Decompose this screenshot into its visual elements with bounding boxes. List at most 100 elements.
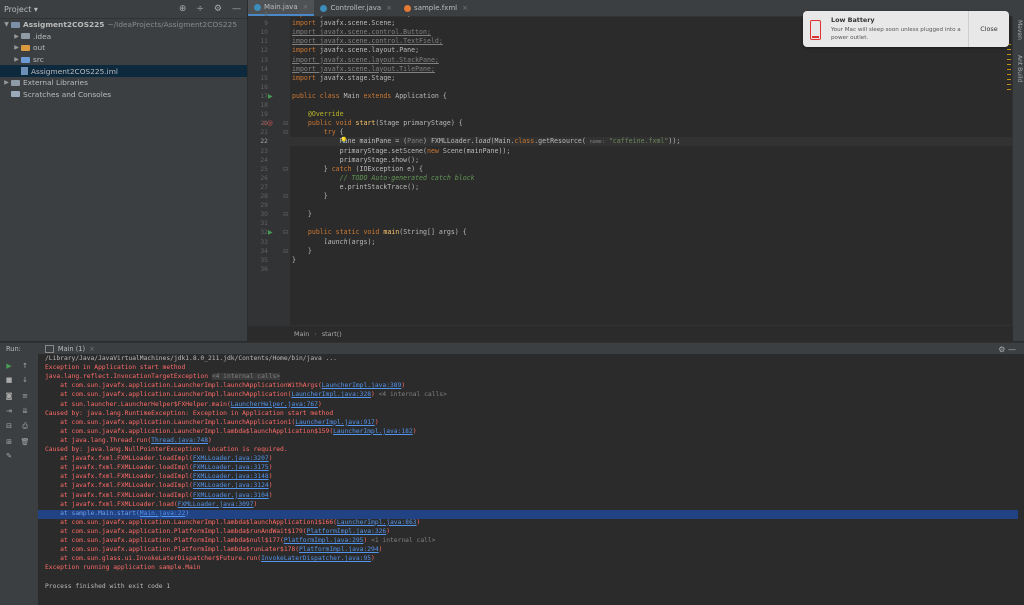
- code-line[interactable]: import javafx.scene.control.TextField;: [292, 37, 443, 45]
- console-line[interactable]: java.lang.reflect.InvocationTargetExcept…: [45, 373, 281, 381]
- tree-item[interactable]: Assigment2COS225.iml: [0, 65, 247, 77]
- console-line[interactable]: at java.lang.Thread.run(Thread.java:748): [45, 437, 212, 444]
- console-line[interactable]: Exception running application sample.Mai…: [45, 564, 200, 571]
- tree-item[interactable]: Scratches and Consoles: [0, 89, 247, 101]
- soft-wrap-icon[interactable]: ≡: [20, 392, 30, 400]
- console-output[interactable]: /Library/Java/JavaVirtualMachines/jdk1.8…: [38, 354, 1024, 605]
- chevron-right-icon[interactable]: ▶: [2, 79, 11, 86]
- console-line[interactable]: at javafx.fxml.FXMLLoader.loadImpl(FXMLL…: [45, 473, 272, 480]
- close-tab-icon[interactable]: ×: [462, 4, 468, 12]
- code-line[interactable]: import javafx.scene.control.Button;: [292, 28, 431, 36]
- code-line[interactable]: } catch (IOException e) {: [292, 165, 423, 173]
- close-tab-icon[interactable]: ×: [89, 345, 95, 353]
- code-line[interactable]: import javafx.scene.layout.StackPane;: [292, 56, 439, 64]
- gear-icon[interactable]: ⚙: [214, 4, 222, 14]
- stop-icon[interactable]: ■: [4, 376, 14, 384]
- tree-item[interactable]: ▼ Assigment2COS225 ~/IdeaProjects/Assigmen…: [0, 19, 247, 31]
- scroll-up-icon[interactable]: ↑: [20, 362, 30, 370]
- project-view-selector[interactable]: Project ▾: [4, 5, 38, 14]
- console-line[interactable]: at com.sun.javafx.application.PlatformIm…: [45, 528, 390, 535]
- run-tab-main[interactable]: Main (1) ×: [44, 345, 95, 353]
- code-line[interactable]: // TODO Auto-generated catch block: [292, 174, 475, 182]
- console-line[interactable]: at com.sun.javafx.application.LauncherIm…: [45, 419, 378, 426]
- code-line[interactable]: primaryStage.show();: [292, 156, 419, 164]
- fold-icon[interactable]: ⊟: [283, 120, 288, 127]
- console-line[interactable]: at javafx.fxml.FXMLLoader.loadImpl(FXMLL…: [45, 455, 272, 462]
- console-line[interactable]: Caused by: java.lang.NullPointerExceptio…: [45, 446, 288, 453]
- code-line[interactable]: public static void main(String[] args) {: [292, 228, 467, 236]
- console-line[interactable]: at com.sun.javafx.application.PlatformIm…: [45, 537, 435, 544]
- fold-icon[interactable]: ⊟: [283, 248, 288, 255]
- scroll-to-end-icon[interactable]: ⇊: [20, 407, 30, 415]
- notification-close-button[interactable]: Close: [968, 11, 1009, 47]
- code-line[interactable]: Pane mainPane = (Pane) FXMLLoader.load(M…: [292, 137, 681, 145]
- locate-icon[interactable]: ⊕: [179, 4, 187, 14]
- print-icon[interactable]: ⎙: [20, 422, 30, 431]
- tree-item[interactable]: ▶ .idea: [0, 31, 247, 43]
- camera-icon[interactable]: ◙: [4, 392, 14, 400]
- code-line[interactable]: }: [292, 256, 296, 264]
- fold-icon[interactable]: ⊟: [283, 229, 288, 236]
- console-line[interactable]: at com.sun.javafx.application.LauncherIm…: [45, 391, 447, 398]
- fold-icon[interactable]: ⊟: [283, 193, 288, 200]
- console-line[interactable]: at javafx.fxml.FXMLLoader.load(FXMLLoade…: [45, 501, 257, 508]
- console-line[interactable]: at javafx.fxml.FXMLLoader.loadImpl(FXMLL…: [45, 464, 272, 471]
- console-line[interactable]: at com.sun.javafx.application.LauncherIm…: [45, 428, 416, 435]
- code-line[interactable]: import javafx.scene.Scene;: [292, 19, 395, 27]
- maven-tool-tab[interactable]: Maven: [1016, 20, 1023, 40]
- fold-icon[interactable]: ⊟: [283, 129, 288, 136]
- console-line[interactable]: Process finished with exit code 1: [45, 583, 170, 590]
- console-line[interactable]: at com.sun.javafx.application.PlatformIm…: [45, 546, 382, 553]
- close-tab-icon[interactable]: ×: [303, 3, 309, 11]
- run-gutter-icon[interactable]: ▶: [268, 93, 273, 100]
- fold-icon[interactable]: ⊟: [283, 166, 288, 173]
- gear-icon[interactable]: ⚙: [998, 345, 1005, 354]
- exit-icon[interactable]: ⇥: [4, 407, 14, 415]
- close-tab-icon[interactable]: ×: [386, 4, 392, 12]
- collapse-all-icon[interactable]: ÷: [196, 4, 204, 14]
- code-line[interactable]: public void start(Stage primaryStage) {: [292, 119, 463, 127]
- console-line[interactable]: /Library/Java/JavaVirtualMachines/jdk1.8…: [45, 355, 337, 362]
- ant-build-tool-tab[interactable]: Ant Build: [1016, 55, 1023, 82]
- chevron-down-icon[interactable]: ▼: [2, 21, 11, 28]
- warning-stripe-marks[interactable]: [1007, 44, 1011, 94]
- code-line[interactable]: import javafx.scene.layout.Pane;: [292, 46, 419, 54]
- tab-controller-java[interactable]: Controller.java ×: [314, 0, 398, 16]
- console-line[interactable]: at sample.Main.start(Main.java:22): [45, 510, 189, 517]
- code-line[interactable]: try {: [292, 128, 344, 136]
- trash-icon[interactable]: 🗑: [20, 438, 30, 446]
- code-editor[interactable]: import javafx.fxml.FXMLLoader;import jav…: [290, 16, 1013, 325]
- console-line[interactable]: at com.sun.javafx.application.LauncherIm…: [45, 519, 420, 526]
- tree-item[interactable]: ▶ src: [0, 54, 247, 66]
- tree-item[interactable]: ▶ External Libraries: [0, 77, 247, 89]
- console-line[interactable]: Exception in Application start method: [45, 364, 185, 371]
- run-gutter-icon[interactable]: ▶: [268, 229, 273, 236]
- console-line[interactable]: Caused by: java.lang.RuntimeException: E…: [45, 410, 333, 417]
- dump-threads-icon[interactable]: ⊞: [4, 438, 14, 446]
- console-line[interactable]: at javafx.fxml.FXMLLoader.loadImpl(FXMLL…: [45, 492, 272, 499]
- console-line[interactable]: at sun.launcher.LauncherHelper$FXHelper.…: [45, 401, 322, 408]
- code-line[interactable]: launch(args);: [292, 238, 376, 246]
- code-line[interactable]: }: [292, 247, 312, 255]
- console-line[interactable]: at javafx.fxml.FXMLLoader.loadImpl(FXMLL…: [45, 482, 272, 489]
- code-line[interactable]: primaryStage.setScene(new Scene(mainPane…: [292, 147, 511, 155]
- hide-panel-icon[interactable]: —: [1008, 345, 1016, 354]
- console-line[interactable]: at com.sun.javafx.application.LauncherIm…: [45, 382, 405, 389]
- chevron-right-icon[interactable]: ▶: [12, 44, 21, 51]
- console-line[interactable]: at com.sun.glass.ui.InvokeLaterDispatche…: [45, 555, 375, 562]
- code-line[interactable]: import javafx.stage.Stage;: [292, 74, 395, 82]
- code-line[interactable]: }: [292, 192, 328, 200]
- fold-icon[interactable]: ⊟: [283, 211, 288, 218]
- code-line[interactable]: import javafx.scene.layout.TilePane;: [292, 65, 435, 73]
- rerun-icon[interactable]: ▶: [4, 362, 14, 370]
- code-line[interactable]: e.printStackTrace();: [292, 183, 419, 191]
- hide-panel-icon[interactable]: —: [232, 4, 241, 14]
- code-line[interactable]: @Override: [292, 110, 344, 118]
- breadcrumb-class[interactable]: Main: [294, 330, 309, 338]
- tree-item[interactable]: ▶ out: [0, 42, 247, 54]
- breadcrumb-method[interactable]: start(): [322, 330, 342, 338]
- lightbulb-icon[interactable]: 💡: [340, 137, 347, 144]
- code-line[interactable]: public class Main extends Application {: [292, 92, 447, 100]
- tab-sample-fxml[interactable]: sample.fxml ×: [398, 0, 474, 16]
- chevron-right-icon[interactable]: ▶: [12, 56, 21, 63]
